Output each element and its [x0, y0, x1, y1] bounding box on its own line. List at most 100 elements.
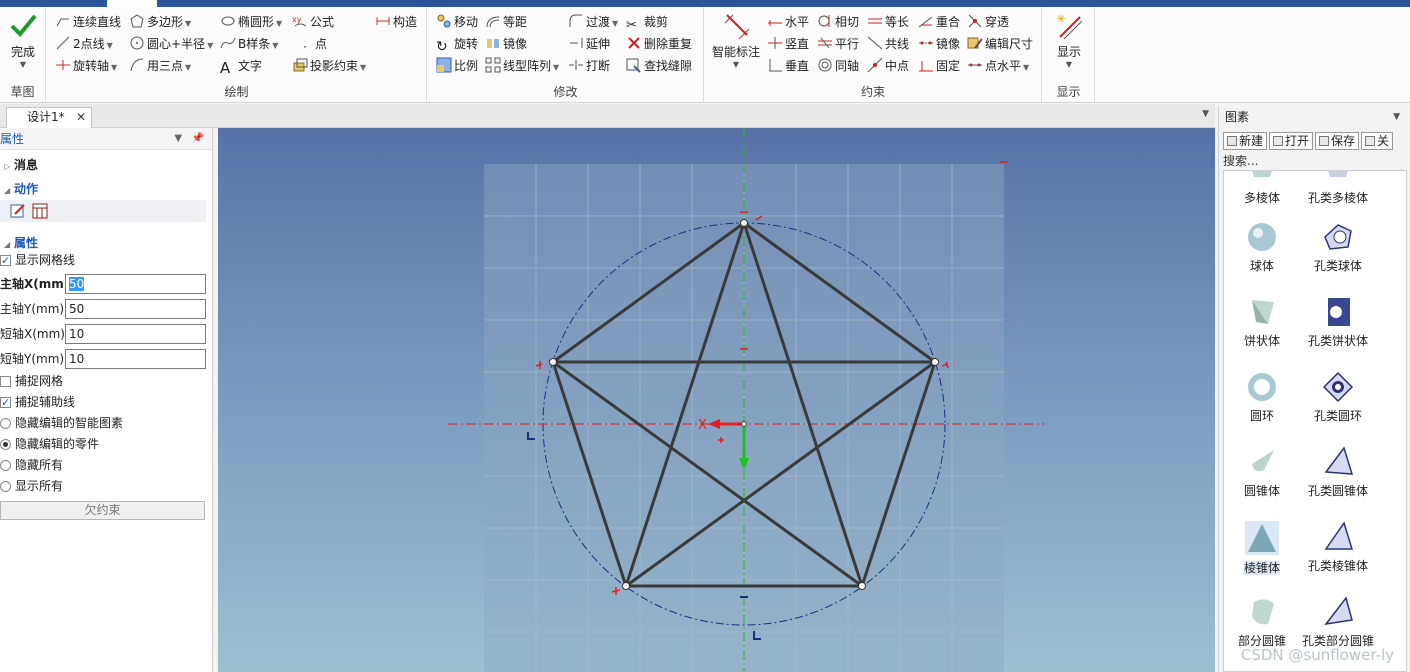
- sketch-canvas[interactable]: X: [218, 128, 1215, 672]
- catalog-item-torus[interactable]: 圆环: [1224, 371, 1300, 424]
- collinear-button[interactable]: 共线: [867, 34, 909, 54]
- vertex-point[interactable]: [622, 582, 630, 590]
- radio-hide-all[interactable]: 隐藏所有: [0, 455, 63, 475]
- three-point-arc-button[interactable]: 用三点 ▼: [129, 56, 191, 76]
- catalog-item-hole-pie[interactable]: 孔类饼状体: [1300, 296, 1376, 349]
- polyline-button[interactable]: 连续直线: [55, 12, 121, 32]
- concentric-button[interactable]: 同轴: [817, 56, 859, 76]
- document-tab[interactable]: 设计1* ✕: [6, 107, 92, 128]
- text-button[interactable]: A 文字: [220, 56, 262, 76]
- mirror-button[interactable]: 镜像: [485, 34, 527, 54]
- rotation-axis-button[interactable]: 旋转轴 ▼: [55, 56, 117, 76]
- symmetric-constraint-button[interactable]: 镜像: [918, 34, 960, 54]
- major-axis-y-input[interactable]: 50: [65, 299, 206, 319]
- catalog-item-hole-prism[interactable]: 孔类多棱体: [1300, 171, 1376, 206]
- scale-button[interactable]: 比例: [436, 56, 478, 76]
- smart-dimension-button[interactable]: 智能标注 ▼: [709, 11, 763, 70]
- minor-axis-x-input[interactable]: 10: [65, 324, 206, 344]
- horizontal-constraint-button[interactable]: 水平: [767, 12, 809, 32]
- vertex-point[interactable]: [858, 582, 866, 590]
- break-button[interactable]: 打断: [568, 56, 610, 76]
- perpendicular-constraint-button[interactable]: 垂直: [767, 56, 809, 76]
- circle-icon: [130, 36, 144, 50]
- midpoint-button[interactable]: 中点: [867, 56, 909, 76]
- offset-button[interactable]: 等距: [485, 12, 527, 32]
- finish-button[interactable]: 完成 ▼: [3, 11, 43, 70]
- formula-button[interactable]: xy 公式: [292, 12, 334, 32]
- vertex-point[interactable]: [740, 219, 748, 227]
- point-horizontal-button[interactable]: 点水平 ▼: [967, 56, 1029, 76]
- edit-action-icon[interactable]: [10, 203, 26, 219]
- radio-hide-smart-elements[interactable]: 隐藏编辑的智能图素: [0, 413, 123, 433]
- fillet-button[interactable]: 过渡 ▼: [568, 12, 618, 32]
- snap-grid-checkbox[interactable]: 捕捉网格: [0, 371, 63, 391]
- major-axis-x-input[interactable]: 50: [65, 274, 206, 294]
- catalog-item-partial-cone[interactable]: 部分圆锥: [1224, 596, 1300, 649]
- tangent-constraint-button[interactable]: 相切: [817, 12, 859, 32]
- catalog-item-hole-pyramid[interactable]: 孔类棱锥体: [1300, 521, 1376, 574]
- trim-button[interactable]: ✂ 裁剪: [626, 12, 668, 33]
- section-message[interactable]: ▷ 消息: [0, 155, 38, 175]
- vertical-constraint-button[interactable]: 竖直: [767, 34, 809, 54]
- fixed-constraint-button[interactable]: 固定: [918, 56, 960, 76]
- ellipse-button[interactable]: 椭圆形 ▼: [220, 12, 282, 32]
- polygon-button[interactable]: 多边形 ▼: [129, 12, 191, 32]
- catalog-open-button[interactable]: 打开: [1269, 132, 1314, 150]
- catalog-item-sphere[interactable]: 球体: [1224, 221, 1300, 274]
- catalog-item-hole-partial-cone[interactable]: 孔类部分圆锥: [1300, 596, 1376, 649]
- new-icon: [1227, 136, 1237, 146]
- show-grid-checkbox[interactable]: 显示网格线: [0, 250, 75, 271]
- catalog-item-hole-sphere[interactable]: 孔类球体: [1300, 221, 1376, 274]
- catalog-item-prism[interactable]: 多棱体: [1224, 171, 1300, 206]
- find-gap-button[interactable]: 查找缝隙: [626, 56, 692, 76]
- catalog-close-button[interactable]: 关: [1361, 132, 1394, 150]
- panel-pin-icon[interactable]: ▼ 📌: [174, 128, 204, 150]
- pierce-button[interactable]: 穿透: [967, 12, 1009, 32]
- minor-axis-y-input[interactable]: 10: [65, 349, 206, 369]
- display-button[interactable]: ✳ 显示 ▼: [1049, 11, 1089, 70]
- table-action-icon[interactable]: [32, 203, 48, 219]
- catalog-new-button[interactable]: 新建: [1223, 132, 1268, 150]
- bspline-button[interactable]: B样条 ▼: [220, 34, 278, 54]
- catalog-item-hole-cone[interactable]: 孔类圆锥体: [1300, 446, 1376, 499]
- move-button[interactable]: 移动: [436, 12, 478, 32]
- catalog-save-button[interactable]: 保存: [1315, 132, 1360, 150]
- catalog-item-pie[interactable]: 饼状体: [1224, 296, 1300, 349]
- rotate-button[interactable]: ↻ 旋转: [436, 34, 478, 55]
- catalog-search-input[interactable]: 搜索...: [1223, 152, 1258, 169]
- extend-button[interactable]: 延伸: [568, 34, 610, 54]
- coincident-button[interactable]: 重合: [918, 12, 960, 32]
- vertex-point[interactable]: [549, 358, 557, 366]
- catalog-item-pyramid[interactable]: 棱锥体: [1224, 521, 1300, 576]
- under-constrained-button[interactable]: 欠约束: [0, 501, 205, 520]
- construction-button[interactable]: 构造: [375, 12, 417, 32]
- section-action[interactable]: ◢ 动作: [0, 179, 38, 199]
- radio-show-all[interactable]: 显示所有: [0, 476, 63, 496]
- parallel-constraint-button[interactable]: 平行: [817, 34, 859, 54]
- linear-pattern-button[interactable]: 线型阵列 ▼: [485, 56, 559, 76]
- svg-text:xy: xy: [292, 15, 302, 24]
- close-icon[interactable]: ✕: [76, 108, 86, 127]
- chevron-down-icon[interactable]: ▼: [709, 60, 763, 70]
- edit-dimension-button[interactable]: 编辑尺寸: [967, 34, 1033, 54]
- radio-hide-edited-part[interactable]: 隐藏编辑的零件: [0, 434, 99, 454]
- snap-guides-checkbox[interactable]: 捕捉辅助线: [0, 392, 75, 413]
- chevron-down-icon[interactable]: ▼: [1049, 60, 1089, 70]
- sketch-drawing[interactable]: X: [218, 128, 1215, 672]
- watermark: CSDN @sunflower-ly: [1240, 646, 1394, 664]
- catalog-item-cone[interactable]: 圆锥体: [1224, 446, 1300, 499]
- delete-duplicate-button[interactable]: 删除重复: [626, 34, 692, 54]
- catalog-item-hole-torus[interactable]: 孔类圆环: [1300, 371, 1376, 424]
- vertex-point[interactable]: [931, 358, 939, 366]
- point-button[interactable]: · 点: [297, 34, 327, 54]
- chevron-down-icon[interactable]: ▼: [3, 60, 43, 70]
- tab-list-dropdown-icon[interactable]: ▼: [1202, 109, 1209, 119]
- two-point-line-button[interactable]: 2点线 ▼: [55, 34, 113, 54]
- group-display: ✳ 显示 ▼ 显示: [1043, 7, 1095, 103]
- equal-length-button[interactable]: 等长: [867, 12, 909, 32]
- torus-icon: [1248, 373, 1276, 401]
- active-ribbon-tab[interactable]: [107, 0, 157, 7]
- chevron-down-icon[interactable]: ▼: [1393, 106, 1400, 128]
- center-radius-button[interactable]: 圆心+半径 ▼: [129, 34, 213, 54]
- projection-constraint-button[interactable]: 投影约束 ▼: [292, 56, 366, 76]
